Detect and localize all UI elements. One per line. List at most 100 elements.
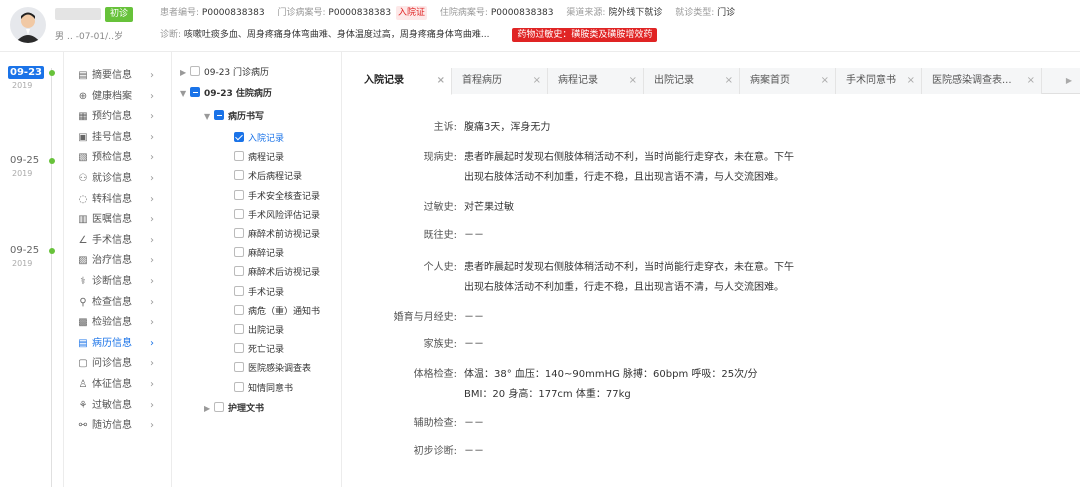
- tree-record-item[interactable]: 入院记录: [234, 130, 284, 148]
- tree-record-label: 麻醉术后访视记录: [248, 268, 321, 279]
- close-icon[interactable]: ×: [1027, 68, 1035, 94]
- nav-item[interactable]: ⚘ 过敏信息 ›: [76, 396, 168, 416]
- record-tab[interactable]: 医院感染调查表... ×: [922, 68, 1042, 94]
- caret-right-icon[interactable]: ▶: [204, 400, 214, 418]
- record-tab[interactable]: 病案首页 ×: [740, 68, 836, 94]
- tree-record-item[interactable]: 麻醉记录: [234, 245, 284, 263]
- close-icon[interactable]: ×: [533, 68, 541, 94]
- checkbox[interactable]: [214, 110, 224, 120]
- checkbox[interactable]: [234, 228, 244, 238]
- record-tab[interactable]: 病程记录 ×: [548, 68, 644, 94]
- nav-item[interactable]: ▢ 问诊信息 ›: [76, 354, 168, 374]
- close-icon[interactable]: ×: [821, 68, 829, 94]
- close-icon[interactable]: ×: [907, 68, 915, 94]
- info-category-nav: ▤ 摘要信息 › ⊕ 健康档案 › ▦ 预约信息 › ▣ 挂号信息 › ▧ 预检信息 › ⚇ 就诊信息 › ◌ 转科信…: [64, 52, 172, 487]
- checkbox[interactable]: [190, 66, 200, 76]
- nav-item-label: 健康档案: [92, 90, 132, 102]
- tree-record-item[interactable]: 医院感染调查表: [234, 360, 311, 378]
- medical-record-icon: ▤: [78, 337, 88, 349]
- nav-item[interactable]: ⚯ 随访信息 ›: [76, 416, 168, 436]
- nav-item[interactable]: ▤ 病历信息 ›: [76, 334, 168, 354]
- summary-icon: ▤: [78, 70, 88, 81]
- chevron-right-icon: ›: [150, 337, 154, 349]
- checkbox[interactable]: [234, 132, 244, 142]
- tree-node-nursing[interactable]: ▶ 护理文书: [204, 400, 264, 418]
- record-tree: ▶ 09-23 门诊病历 ▼ 09-23 住院病历 ▼ 病历书写 入院记录 病程记录术后…: [172, 52, 342, 487]
- tab-label: 病程记录: [558, 75, 598, 86]
- checkbox[interactable]: [234, 285, 244, 296]
- checkbox[interactable]: [234, 208, 244, 219]
- inpatient-tag[interactable]: 入院证: [396, 6, 428, 20]
- checkbox[interactable]: [234, 381, 244, 392]
- nav-item[interactable]: ⊕ 健康档案 ›: [76, 87, 168, 107]
- checkbox[interactable]: [234, 247, 244, 258]
- tree-record-item[interactable]: 死亡记录: [234, 341, 284, 359]
- nav-item[interactable]: ▧ 预检信息 ›: [76, 148, 168, 168]
- checkbox[interactable]: [234, 151, 244, 162]
- timeline-item[interactable]: 09-23 2019: [4, 66, 64, 100]
- close-icon[interactable]: ×: [725, 68, 733, 94]
- tree-node-inpatient[interactable]: ▼ 09-23 住院病历: [180, 85, 272, 103]
- field-value: －－: [464, 230, 484, 241]
- timeline-item[interactable]: 09-25 2019: [4, 244, 64, 278]
- tree-record-item[interactable]: 术后病程记录: [234, 168, 302, 186]
- tree-record-label: 手术风险评估记录: [248, 210, 321, 221]
- nav-item[interactable]: ▣ 挂号信息 ›: [76, 128, 168, 148]
- nav-item[interactable]: ⚇ 就诊信息 ›: [76, 169, 168, 189]
- field-past-history: 既往史: －－: [354, 226, 954, 246]
- patient-name-redacted: [55, 8, 101, 20]
- record-tab[interactable]: 手术同意书 ×: [836, 68, 922, 94]
- nav-item[interactable]: ∠ 手术信息 ›: [76, 231, 168, 251]
- tree-record-label: 术后病程记录: [248, 172, 303, 183]
- checkbox[interactable]: [234, 324, 244, 334]
- nav-item[interactable]: ▤ 摘要信息 ›: [76, 66, 168, 86]
- nav-item[interactable]: ♙ 体征信息 ›: [76, 375, 168, 395]
- field-preliminary-diagnosis: 初步诊断: －－: [354, 442, 954, 462]
- tree-node-writing[interactable]: ▼ 病历书写: [204, 108, 264, 126]
- checkbox[interactable]: [214, 402, 224, 412]
- tree-record-item[interactable]: 手术风险评估记录: [234, 207, 320, 225]
- tree-record-item[interactable]: 麻醉术前访视记录: [234, 226, 320, 244]
- caret-right-icon[interactable]: ▶: [180, 64, 190, 82]
- close-icon[interactable]: ×: [437, 68, 445, 94]
- tree-record-item[interactable]: 手术安全核查记录: [234, 188, 320, 206]
- checkbox[interactable]: [234, 266, 244, 277]
- nav-item[interactable]: ◌ 转科信息 ›: [76, 190, 168, 210]
- nav-item[interactable]: ▥ 医嘱信息 ›: [76, 210, 168, 230]
- field-chief-complaint: 主诉: 腹痛3天，浑身无力: [354, 118, 954, 138]
- close-icon[interactable]: ×: [629, 68, 637, 94]
- checkbox[interactable]: [234, 362, 244, 373]
- tabs-scroll-right-icon[interactable]: ▶: [1062, 68, 1076, 94]
- record-viewer: ▶ 入院记录 × 首程病历 × 病程记录 × 出院记录 × 病案首页 × 手术同意书 × 医院感染调查表…: [342, 52, 1080, 487]
- tree-record-item[interactable]: 病危（重）通知书: [234, 303, 320, 321]
- record-tab[interactable]: 出院记录 ×: [644, 68, 740, 94]
- field-label: 初步诊断:: [413, 446, 457, 457]
- nav-item[interactable]: ▨ 治疗信息 ›: [76, 251, 168, 271]
- visit-icon: ⚇: [78, 173, 88, 184]
- nav-item[interactable]: ⚲ 检查信息 ›: [76, 293, 168, 313]
- checkbox[interactable]: [190, 87, 200, 97]
- meta-label: 患者编号:: [160, 8, 200, 18]
- tree-record-item[interactable]: 病程记录: [234, 149, 284, 167]
- caret-down-icon[interactable]: ▼: [180, 85, 190, 103]
- patient-header: 初诊 男 ‥ -07-01/‥岁 患者编号: P0000838383 门诊病案号…: [0, 0, 1080, 52]
- checkbox[interactable]: [234, 170, 244, 181]
- checkbox[interactable]: [234, 304, 244, 315]
- nav-item[interactable]: ▦ 预约信息 ›: [76, 107, 168, 127]
- nav-item[interactable]: ▩ 检验信息 ›: [76, 313, 168, 333]
- tab-label: 出院记录: [654, 75, 694, 86]
- caret-down-icon[interactable]: ▼: [204, 108, 214, 126]
- tree-record-item[interactable]: 出院记录: [234, 322, 284, 340]
- tree-record-item[interactable]: 麻醉术后访视记录: [234, 264, 320, 282]
- tree-record-item[interactable]: 手术记录: [234, 284, 284, 302]
- tree-record-item[interactable]: 知情同意书: [234, 380, 293, 398]
- tree-node-outpatient[interactable]: ▶ 09-23 门诊病历: [180, 64, 269, 82]
- checkbox[interactable]: [234, 189, 244, 200]
- nav-item[interactable]: ⚕ 诊断信息 ›: [76, 272, 168, 292]
- timeline-dot-icon: [49, 248, 55, 254]
- record-tab[interactable]: 首程病历 ×: [452, 68, 548, 94]
- chevron-right-icon: ›: [150, 255, 154, 267]
- timeline-item[interactable]: 09-25 2019: [4, 154, 64, 188]
- record-tab[interactable]: 入院记录 ×: [354, 68, 452, 95]
- checkbox[interactable]: [234, 343, 244, 354]
